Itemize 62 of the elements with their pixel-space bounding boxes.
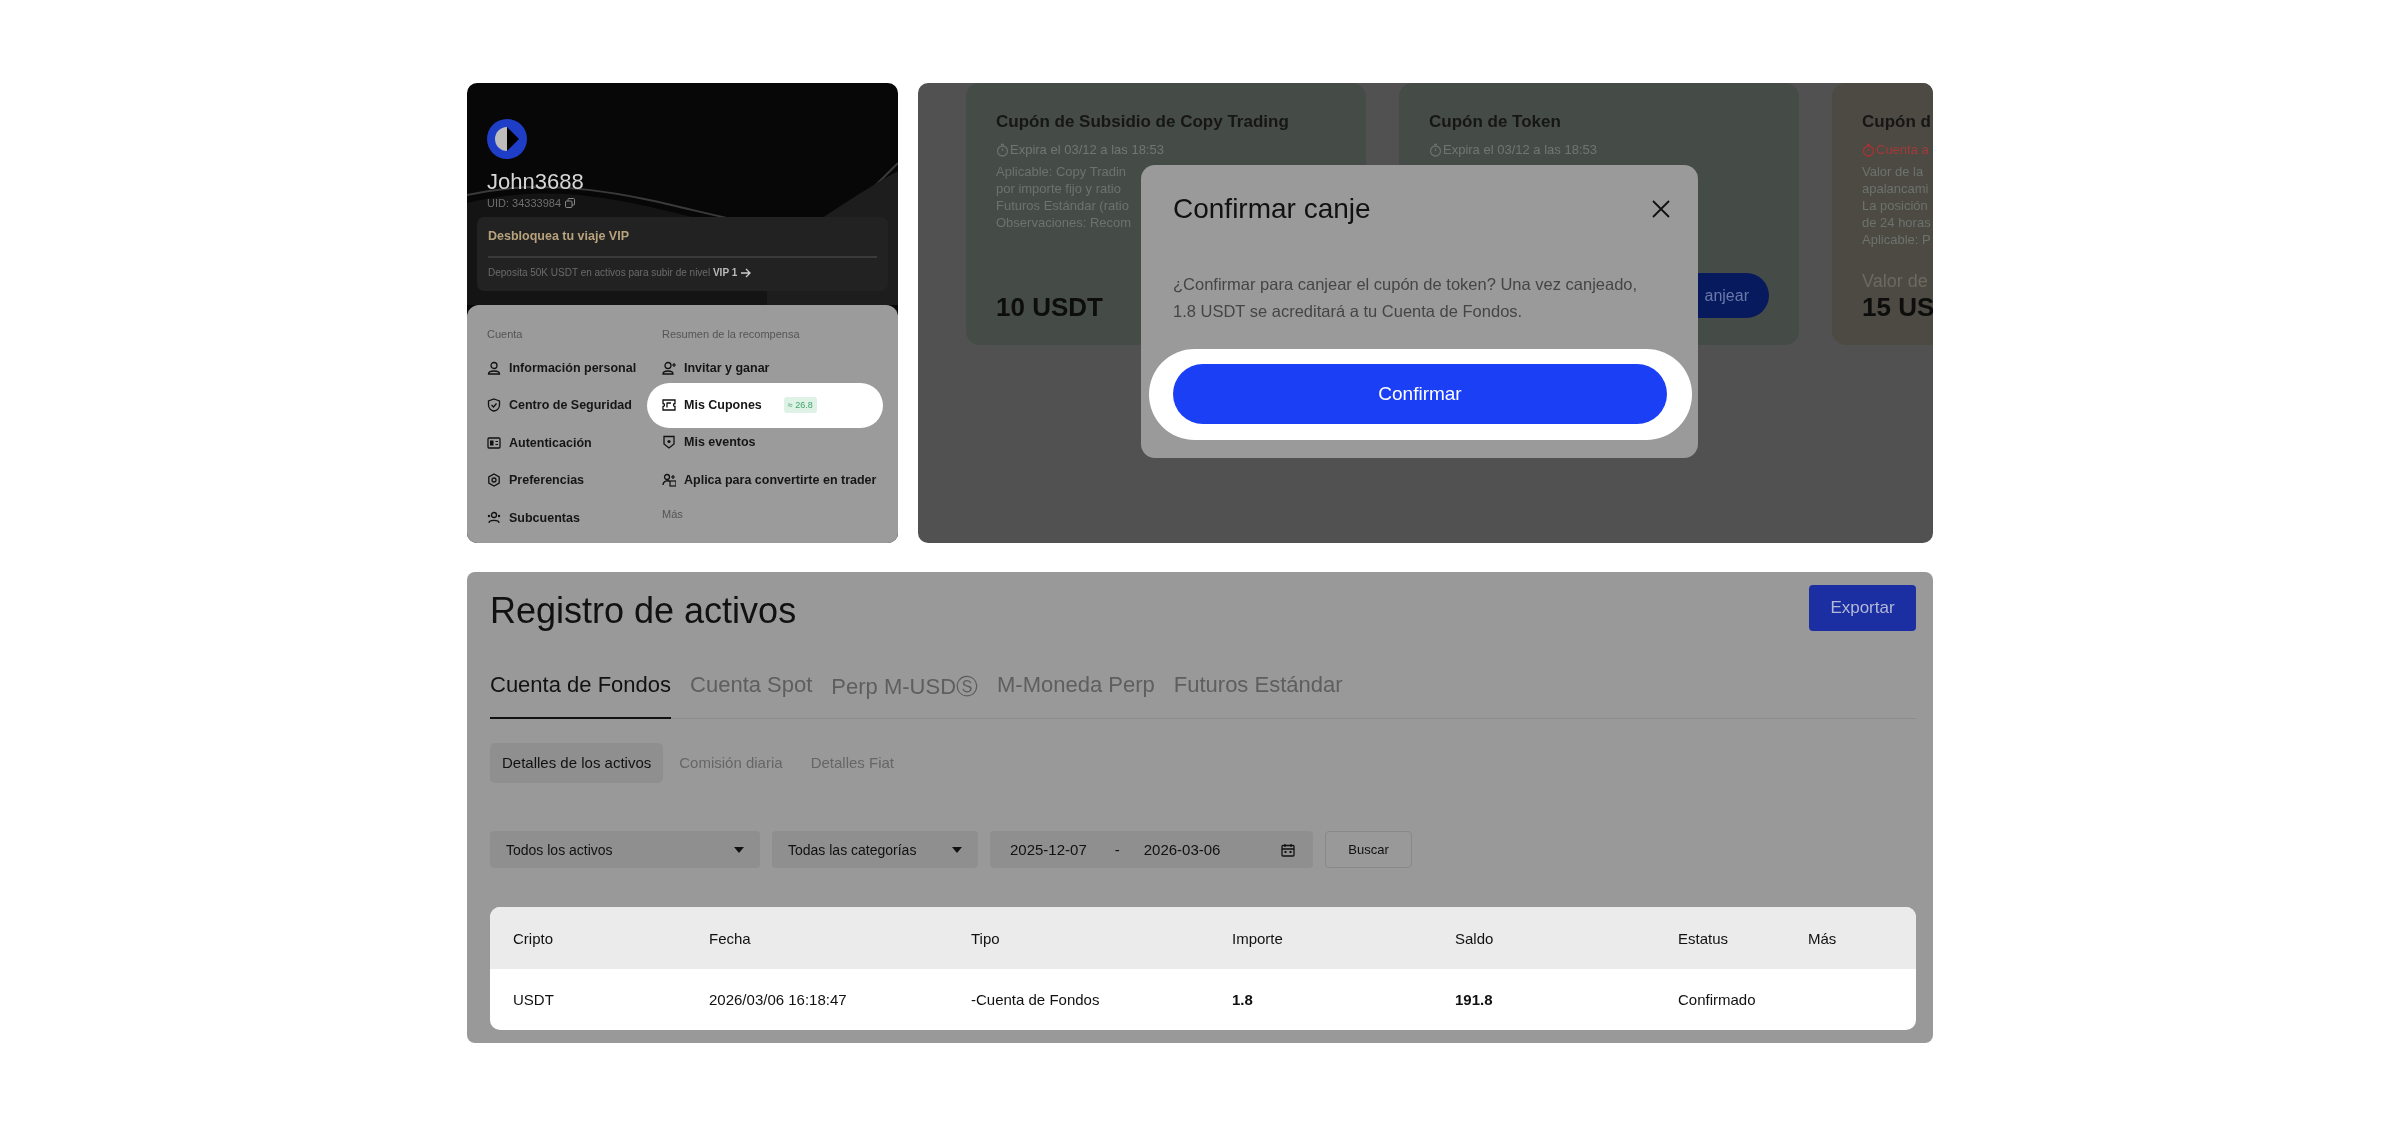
dropdown[interactable]: Todos los activos: [490, 831, 760, 868]
section-heading: Resumen de la recompensa: [662, 327, 800, 342]
table-cell: 191.8: [1455, 991, 1493, 1008]
avatar-icon: [487, 119, 527, 159]
username: John3688: [487, 169, 584, 195]
section-heading: Cuenta: [487, 327, 523, 342]
column-header: Cripto: [513, 929, 553, 947]
timer-icon: [1429, 142, 1442, 157]
column-header: Estatus: [1678, 929, 1729, 947]
timer-icon: [996, 142, 1009, 157]
close-icon: [1652, 200, 1670, 218]
coupon-amount: 15 US: [1862, 292, 1933, 323]
column-header: Importe: [1232, 929, 1283, 947]
dialog-message: ¿Confirmar para canjear el cupón de token? Una vez canjeado, 1.8 USDT se acreditará a tu Cuenta de Fondos.: [1173, 274, 1639, 322]
confirm-button[interactable]: Confirmar: [1173, 364, 1667, 424]
page-title: Registro de activos: [490, 590, 797, 632]
date-range-field[interactable]: 2025-12-07 - 2026-03-06: [990, 831, 1313, 868]
sub-tab[interactable]: Detalles de los activos: [490, 743, 664, 783]
menu-item[interactable]: Subcuentas: [487, 499, 580, 537]
copy-icon: [565, 198, 575, 208]
coupon-badge: ≈ 26.8: [783, 397, 817, 413]
user-id: UID: 34333984: [487, 197, 561, 209]
calendar-icon: [1281, 842, 1295, 857]
arrow-icon: [740, 267, 753, 278]
table-cell: 2026/03/06 16:18:47: [709, 991, 847, 1008]
menu-item[interactable]: Aplica para convertirte en trader: [662, 461, 877, 499]
column-header: Tipo: [971, 929, 1000, 947]
timer-icon: [1862, 142, 1875, 157]
person-icon: [487, 360, 501, 375]
close-button[interactable]: [1650, 198, 1672, 220]
ticket-icon: [662, 398, 676, 412]
vip-hint: Deposita 50K USDT en activos para subir de nivel VIP 1: [488, 267, 738, 278]
column-header: Saldo: [1455, 929, 1494, 947]
table-cell: -Cuenta de Fondos: [971, 991, 1100, 1008]
column-header: Fecha: [709, 929, 751, 947]
trader-icon: [662, 472, 676, 487]
gear-icon: [487, 473, 501, 488]
vip-title: Desbloquea tu viaje VIP: [488, 229, 629, 243]
table-cell: 1.8: [1232, 991, 1253, 1008]
people-icon: [487, 510, 501, 525]
dropdown[interactable]: Todas las categorías: [772, 831, 978, 868]
menu-item[interactable]: Centro de Seguridad: [487, 386, 632, 424]
column-header: Más: [1808, 929, 1837, 947]
menu-item[interactable]: Información personal: [487, 349, 637, 387]
table-cell: Confirmado: [1678, 991, 1756, 1008]
search-button[interactable]: Buscar: [1325, 831, 1412, 868]
person-add-icon: [662, 360, 676, 375]
caret-icon: [952, 846, 962, 853]
export-button[interactable]: Exportar: [1809, 585, 1916, 631]
id-card-icon: [487, 435, 501, 450]
menu-item[interactable]: Mis Cupones ≈ 26.8: [647, 382, 883, 428]
menu-item[interactable]: Autenticación: [487, 424, 592, 462]
shield-icon: [487, 398, 501, 413]
badge-icon: [662, 435, 676, 450]
expiry-text: Cuenta a: [1876, 142, 1929, 157]
caret-icon: [734, 846, 744, 853]
menu-item[interactable]: Preferencias: [487, 461, 585, 499]
dialog-title: Confirmar canje: [1173, 193, 1371, 225]
table-cell: USDT: [513, 991, 554, 1008]
coupon-amount: 10 USDT: [996, 292, 1103, 323]
account-tab[interactable]: Cuenta de Fondos: [490, 672, 672, 719]
section-heading: Más: [662, 506, 683, 522]
